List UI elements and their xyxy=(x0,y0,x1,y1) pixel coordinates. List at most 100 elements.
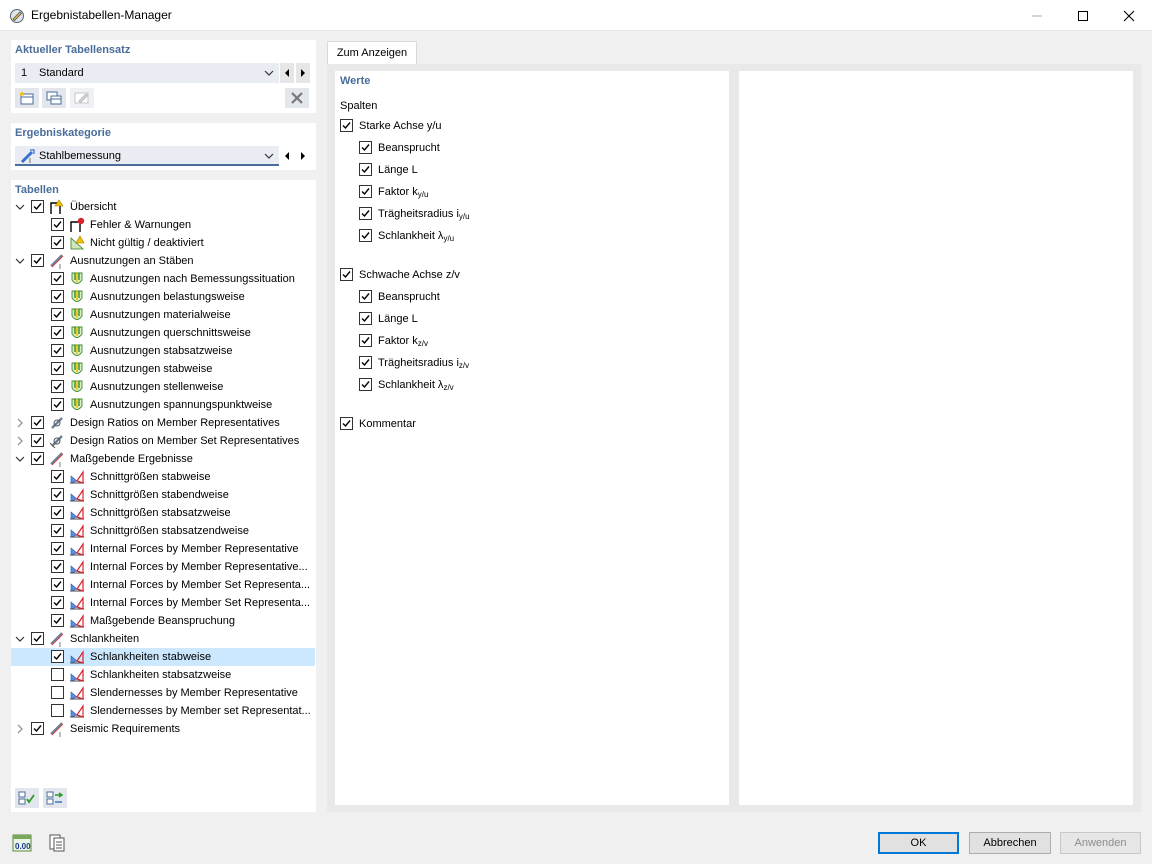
check-all-button[interactable] xyxy=(15,788,39,808)
tree-item[interactable]: Ausnutzungen materialweise xyxy=(11,306,315,324)
copy-set-button[interactable] xyxy=(42,88,66,108)
tree-item[interactable]: Schnittgrößen stabsatzendweise xyxy=(11,522,315,540)
tree-item[interactable]: Slendernesses by Member Representative xyxy=(11,684,315,702)
checkbox[interactable] xyxy=(31,254,44,267)
collapse-chevron-icon[interactable] xyxy=(15,256,25,266)
tree-item[interactable]: Ausnutzungen stabweise xyxy=(11,360,315,378)
checkbox[interactable] xyxy=(359,163,372,176)
next-category-button[interactable] xyxy=(296,146,310,166)
tree-group[interactable]: I Seismic Requirements xyxy=(11,720,315,738)
previous-set-button[interactable] xyxy=(280,63,294,83)
checkbox[interactable] xyxy=(359,334,372,347)
checkbox[interactable] xyxy=(51,362,64,375)
tree-item[interactable]: Fehler & Warnungen xyxy=(11,216,315,234)
checkbox[interactable] xyxy=(51,344,64,357)
strong-axis-column-option[interactable]: Länge L xyxy=(335,161,729,179)
checkbox[interactable] xyxy=(359,290,372,303)
checkbox[interactable] xyxy=(340,268,353,281)
close-button[interactable] xyxy=(1106,0,1152,31)
checkbox[interactable] xyxy=(31,416,44,429)
strong-axis-option[interactable]: Starke Achse y/u xyxy=(335,117,729,135)
checkbox[interactable] xyxy=(51,650,64,663)
apply-button[interactable]: Anwenden xyxy=(1060,832,1141,854)
tree-group[interactable]: I Ausnutzungen an Stäben xyxy=(11,252,315,270)
tree-group[interactable]: I Schlankheiten xyxy=(11,630,315,648)
minimize-button[interactable] xyxy=(1014,0,1060,31)
checkbox[interactable] xyxy=(359,356,372,369)
tree-group[interactable]: I Maßgebende Ergebnisse xyxy=(11,450,315,468)
comment-option[interactable]: Kommentar xyxy=(335,415,729,433)
checkbox[interactable] xyxy=(51,668,64,681)
checkbox[interactable] xyxy=(51,578,64,591)
checkbox[interactable] xyxy=(340,417,353,430)
delete-set-button[interactable] xyxy=(285,88,309,108)
tree-group[interactable]: Design Ratios on Member Representatives xyxy=(11,414,315,432)
tree-item[interactable]: Ausnutzungen nach Bemessungssituation xyxy=(11,270,315,288)
checkbox[interactable] xyxy=(359,229,372,242)
maximize-button[interactable] xyxy=(1060,0,1106,31)
checkbox[interactable] xyxy=(51,596,64,609)
checkbox[interactable] xyxy=(51,290,64,303)
tree-item[interactable]: Internal Forces by Member Set Representa… xyxy=(11,594,315,612)
tree-item[interactable]: Ausnutzungen belastungsweise xyxy=(11,288,315,306)
checkbox[interactable] xyxy=(51,686,64,699)
weak-axis-column-option[interactable]: Trägheitsradius iz/v xyxy=(335,354,729,372)
tree-item[interactable]: Ausnutzungen spannungspunktweise xyxy=(11,396,315,414)
tree-group[interactable]: Übersicht xyxy=(11,198,315,216)
checkbox[interactable] xyxy=(51,488,64,501)
checkbox[interactable] xyxy=(51,380,64,393)
strong-axis-column-option[interactable]: Schlankheit λy/u xyxy=(335,227,729,245)
rename-set-button[interactable] xyxy=(70,88,94,108)
collapse-chevron-icon[interactable] xyxy=(15,202,25,212)
strong-axis-column-option[interactable]: Trägheitsradius iy/u xyxy=(335,205,729,223)
expand-chevron-icon[interactable] xyxy=(15,724,25,734)
checkbox[interactable] xyxy=(31,452,44,465)
checkbox[interactable] xyxy=(51,470,64,483)
weak-axis-column-option[interactable]: Schlankheit λz/v xyxy=(335,376,729,394)
cancel-button[interactable]: Abbrechen xyxy=(969,832,1051,854)
strong-axis-column-option[interactable]: Beansprucht xyxy=(335,139,729,157)
new-set-button[interactable] xyxy=(15,88,39,108)
checkbox[interactable] xyxy=(31,200,44,213)
tree-item[interactable]: Ausnutzungen stellenweise xyxy=(11,378,315,396)
weak-axis-option[interactable]: Schwache Achse z/v xyxy=(335,266,729,284)
expand-chevron-icon[interactable] xyxy=(15,436,25,446)
ok-button[interactable]: OK xyxy=(878,832,959,854)
checkbox[interactable] xyxy=(359,207,372,220)
checkbox[interactable] xyxy=(31,434,44,447)
checkbox[interactable] xyxy=(51,272,64,285)
collapse-chevron-icon[interactable] xyxy=(15,454,25,464)
checkbox[interactable] xyxy=(31,722,44,735)
tree-item[interactable]: Schlankheiten stabsatzweise xyxy=(11,666,315,684)
checkbox[interactable] xyxy=(51,236,64,249)
tree-item[interactable]: Ausnutzungen querschnittsweise xyxy=(11,324,315,342)
weak-axis-column-option[interactable]: Beansprucht xyxy=(335,288,729,306)
tree-item[interactable]: Nicht gültig / deaktiviert xyxy=(11,234,315,252)
table-set-dropdown[interactable]: 1 Standard xyxy=(15,63,279,83)
export-button[interactable] xyxy=(46,832,68,854)
tree-item[interactable]: Schlankheiten stabweise xyxy=(11,648,315,666)
checkbox[interactable] xyxy=(359,378,372,391)
tree-item[interactable]: Schnittgrößen stabendweise xyxy=(11,486,315,504)
toggle-selection-button[interactable] xyxy=(43,788,67,808)
tree-item[interactable]: Internal Forces by Member Set Representa… xyxy=(11,576,315,594)
result-category-dropdown[interactable]: I Stahlbemessung xyxy=(15,146,279,166)
checkbox[interactable] xyxy=(51,614,64,627)
checkbox[interactable] xyxy=(359,185,372,198)
checkbox[interactable] xyxy=(359,141,372,154)
checkbox[interactable] xyxy=(51,506,64,519)
collapse-chevron-icon[interactable] xyxy=(15,634,25,644)
strong-axis-column-option[interactable]: Faktor ky/u xyxy=(335,183,729,201)
tree-item[interactable]: Ausnutzungen stabsatzweise xyxy=(11,342,315,360)
tree-item[interactable]: Internal Forces by Member Representative… xyxy=(11,558,315,576)
checkbox[interactable] xyxy=(51,560,64,573)
tree-item[interactable]: Slendernesses by Member set Representat.… xyxy=(11,702,315,720)
checkbox[interactable] xyxy=(51,326,64,339)
expand-chevron-icon[interactable] xyxy=(15,418,25,428)
checkbox[interactable] xyxy=(51,308,64,321)
checkbox[interactable] xyxy=(31,632,44,645)
checkbox[interactable] xyxy=(51,218,64,231)
tree-item[interactable]: Schnittgrößen stabweise xyxy=(11,468,315,486)
weak-axis-column-option[interactable]: Faktor kz/v xyxy=(335,332,729,350)
tree-item[interactable]: Internal Forces by Member Representative xyxy=(11,540,315,558)
